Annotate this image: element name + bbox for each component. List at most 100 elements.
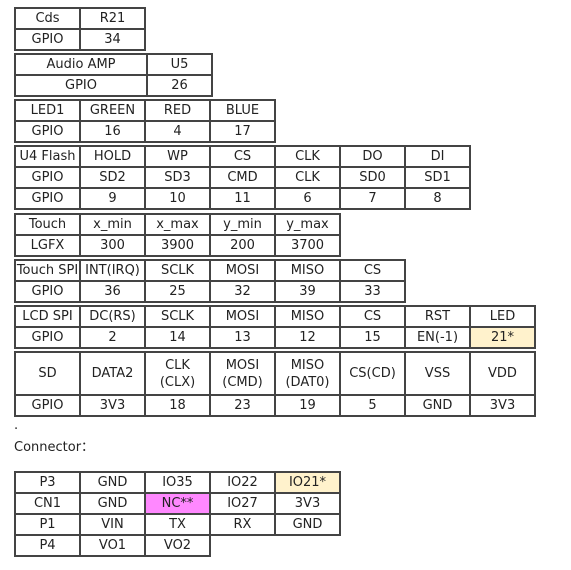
table-cell: SCLK xyxy=(144,259,211,282)
table-cell: y_max xyxy=(274,213,341,236)
table-row: SD DATA2 CLK (CLX) MOSI (CMD) MISO (DAT0) CS(CD)… xyxy=(14,351,536,396)
table-cell: 26 xyxy=(146,74,213,97)
table-cell: GPIO xyxy=(14,28,81,51)
table-cell: GPIO xyxy=(14,326,81,349)
table-cell: 21* xyxy=(469,326,536,349)
table-cell: IO35 xyxy=(144,471,211,494)
table-cell: x_min xyxy=(79,213,146,236)
table-cell: 5 xyxy=(339,394,406,417)
table-row: U4 Flash HOLD WP CS CLK DO DI xyxy=(14,145,471,168)
table-cell: GND xyxy=(79,471,146,494)
table-cell: CS xyxy=(339,305,406,328)
table-cell: Audio AMP xyxy=(14,53,148,76)
table-row: CN1 GND NC** IO27 3V3 xyxy=(14,492,341,515)
table-cell: 3V3 xyxy=(469,394,536,417)
table-cell: GND xyxy=(274,513,341,536)
table-cell: U5 xyxy=(146,53,213,76)
table-cell: 6 xyxy=(274,187,341,210)
table-cell: EN(-1) xyxy=(404,326,471,349)
table-cell: VSS xyxy=(404,351,471,396)
table-cell: 3900 xyxy=(144,234,211,257)
table-row: Touch SPI INT(IRQ) SCLK MOSI MISO CS xyxy=(14,259,406,282)
table-row: GPIO 36 25 32 39 33 xyxy=(14,280,406,303)
table-cell: GPIO xyxy=(14,187,81,210)
table-cell: MISO (DAT0) xyxy=(274,351,341,396)
table-cell: Touch SPI xyxy=(14,259,81,282)
table-cell: TX xyxy=(144,513,211,536)
table-row: P3 GND IO35 IO22 IO21* xyxy=(14,471,341,494)
table-cell: INT(IRQ) xyxy=(79,259,146,282)
table-cell: CLK xyxy=(274,166,341,189)
table-cell: 11 xyxy=(209,187,276,210)
table-cell: SD xyxy=(14,351,81,396)
table-sd: SD DATA2 CLK (CLX) MOSI (CMD) MISO (DAT0) CS(CD)… xyxy=(14,351,536,417)
table-cell: GPIO xyxy=(14,166,81,189)
table-cell: MISO xyxy=(274,305,341,328)
table-cell: R21 xyxy=(79,7,146,30)
table-cell: Touch xyxy=(14,213,81,236)
table-cell: 12 xyxy=(274,326,341,349)
table-cell: 23 xyxy=(209,394,276,417)
table-row: LCD SPI DC(RS) SCLK MOSI MISO CS RST LED xyxy=(14,305,536,328)
table-cell: VO1 xyxy=(79,534,146,557)
table-row: Touch x_min x_max y_min y_max xyxy=(14,213,341,236)
table-cell: 9 xyxy=(79,187,146,210)
table-cell: 300 xyxy=(79,234,146,257)
table-cell: 13 xyxy=(209,326,276,349)
table-cell: RX xyxy=(209,513,276,536)
table-cell: VDD xyxy=(469,351,536,396)
table-row: P1 VIN TX RX GND xyxy=(14,513,341,536)
table-cell: DATA2 xyxy=(79,351,146,396)
connector-table: P3 GND IO35 IO22 IO21* CN1 GND NC** IO27 3V3 P1 VIN… xyxy=(14,471,341,557)
table-cell: CS(CD) xyxy=(339,351,406,396)
table-cell: BLUE xyxy=(209,99,276,122)
table-row: LGFX 300 3900 200 3700 xyxy=(14,234,341,257)
table-cell: 34 xyxy=(79,28,146,51)
table-cell: SD0 xyxy=(339,166,406,189)
table-cell: 19 xyxy=(274,394,341,417)
table-cell: MISO xyxy=(274,259,341,282)
table-cell: GPIO xyxy=(14,74,148,97)
table-touch-spi: Touch SPI INT(IRQ) SCLK MOSI MISO CS GPIO 36 25 3… xyxy=(14,259,406,303)
table-row: GPIO 3V3 18 23 19 5 GND 3V3 xyxy=(14,394,536,417)
table-cell: IO22 xyxy=(209,471,276,494)
table-cell: Cds xyxy=(14,7,81,30)
table-row: LED1 GREEN RED BLUE xyxy=(14,99,276,122)
table-cell: 16 xyxy=(79,120,146,143)
table-cell: CMD xyxy=(209,166,276,189)
table-cell: CN1 xyxy=(14,492,81,515)
table-lcd-spi: LCD SPI DC(RS) SCLK MOSI MISO CS RST LED GPIO 2 14… xyxy=(14,305,536,349)
table-cell: RST xyxy=(404,305,471,328)
table-cell: 3700 xyxy=(274,234,341,257)
table-cell: WP xyxy=(144,145,211,168)
table-cell: LED1 xyxy=(14,99,81,122)
table-cell: SCLK xyxy=(144,305,211,328)
table-cell: 39 xyxy=(274,280,341,303)
table-row: Audio AMP U5 xyxy=(14,53,213,76)
table-cell: 17 xyxy=(209,120,276,143)
table-cell: CLK xyxy=(274,145,341,168)
table-row: GPIO 9 10 11 6 7 8 xyxy=(14,187,471,210)
separator-dot: . xyxy=(14,418,19,433)
table-audio-amp: Audio AMP U5 GPIO 26 xyxy=(14,53,213,97)
table-row: Cds R21 xyxy=(14,7,146,30)
table-cell: MOSI xyxy=(209,305,276,328)
table-cell: IO21* xyxy=(274,471,341,494)
table-cell: SD2 xyxy=(79,166,146,189)
table-cell: SD3 xyxy=(144,166,211,189)
table-row: P4 VO1 VO2 xyxy=(14,534,340,557)
table-cell: 10 xyxy=(144,187,211,210)
table-cell: NC** xyxy=(144,492,211,515)
table-row: GPIO 34 xyxy=(14,28,146,51)
table-cell: VIN xyxy=(79,513,146,536)
table-cell: 4 xyxy=(144,120,211,143)
table-cell: x_max xyxy=(144,213,211,236)
empty-cell xyxy=(210,535,275,556)
table-cell: 33 xyxy=(339,280,406,303)
table-cell: 2 xyxy=(79,326,146,349)
table-cell: 7 xyxy=(339,187,406,210)
table-cell: U4 Flash xyxy=(14,145,81,168)
empty-cell xyxy=(275,535,340,556)
table-cell: P4 xyxy=(14,534,81,557)
table-led1: LED1 GREEN RED BLUE GPIO 16 4 17 xyxy=(14,99,276,143)
